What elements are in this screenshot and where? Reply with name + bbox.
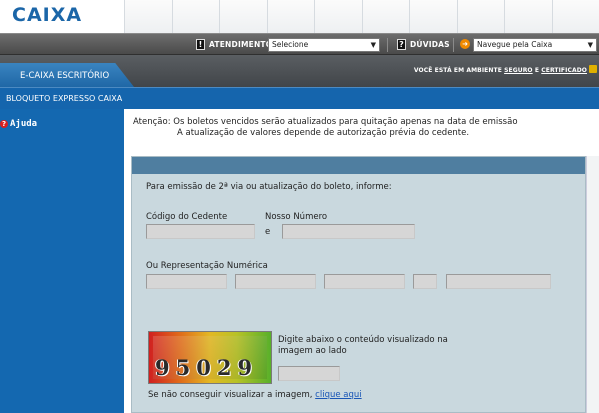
header-banner	[124, 0, 599, 33]
scrollbar[interactable]	[586, 156, 599, 413]
chevron-down-icon: ▼	[587, 41, 593, 49]
banner-tile	[456, 0, 504, 33]
banner-tile	[219, 0, 267, 33]
nosso-numero-input[interactable]	[282, 224, 415, 239]
sidebar-item-ajuda[interactable]: ? Ajuda	[0, 119, 37, 129]
section-bar: BLOQUETO EXPRESSO CAIXA	[0, 87, 599, 109]
banner-tile	[124, 0, 172, 33]
divider	[387, 38, 388, 52]
caixa-logo[interactable]: CAIXA	[12, 4, 82, 26]
duvidas-label[interactable]: DÚVIDAS	[410, 40, 450, 49]
cannot-view-message: Se não conseguir visualizar a imagem,	[148, 390, 313, 400]
codigo-cedente-label: Código do Cedente	[146, 212, 228, 222]
click-here-link[interactable]: clique aqui	[315, 390, 361, 400]
cannot-view-text: Se não conseguir visualizar a imagem, cl…	[148, 390, 362, 400]
banner-tile	[266, 0, 314, 33]
help-icon: ?	[0, 120, 8, 128]
tab-label: E-CAIXA ESCRITÓRIO	[20, 71, 110, 81]
top-header: CAIXA	[0, 0, 599, 33]
representacao-field-1[interactable]	[146, 274, 227, 289]
secure-prefix: VOCÊ ESTÁ EM AMBIENTE	[413, 67, 502, 74]
captcha-text: 95029	[155, 355, 259, 380]
logo-text: CAIXA	[12, 4, 83, 26]
captcha-image: 95029	[148, 331, 272, 384]
exclamation-icon: !	[196, 39, 205, 50]
arrow-right-icon: ➜	[460, 39, 470, 49]
representacao-field-4[interactable]	[413, 274, 437, 289]
representacao-field-3[interactable]	[324, 274, 405, 289]
codigo-cedente-input[interactable]	[146, 224, 255, 239]
divider	[453, 38, 454, 52]
top-toolbar: ! ATENDIMENTO Selecione ▼ ? DÚVIDAS ➜ Na…	[0, 33, 599, 55]
chevron-down-icon: ▼	[370, 41, 376, 49]
secure-conj: E	[534, 67, 540, 74]
navegue-selected-value: Navegue pela Caixa	[477, 40, 553, 49]
banner-tile	[314, 0, 362, 33]
notice-line-2: A atualização de valores depende de auto…	[177, 128, 470, 138]
secure-notice: VOCÊ ESTÁ EM AMBIENTE SEGURO E CERTIFICA…	[414, 67, 587, 74]
representacao-field-2[interactable]	[235, 274, 316, 289]
captcha-input[interactable]	[278, 366, 340, 381]
panel-header	[132, 157, 585, 174]
captcha-instruction-2: imagem ao lado	[278, 346, 347, 356]
lock-icon	[589, 65, 597, 73]
form-intro: Para emissão de 2ª via ou atualização do…	[146, 182, 392, 192]
atendimento-select[interactable]: Selecione ▼	[268, 38, 380, 52]
seguro-link[interactable]: SEGURO	[504, 67, 533, 74]
banner-tile	[361, 0, 409, 33]
banner-tile	[409, 0, 457, 33]
nosso-numero-label: Nosso Número	[265, 212, 328, 222]
certificado-link[interactable]: CERTIFICADO	[541, 67, 587, 74]
and-label: e	[265, 227, 271, 237]
main-content: Atenção: Os boletos vencidos serão atual…	[124, 109, 599, 413]
banner-tile	[504, 0, 552, 33]
boleto-form-panel: Para emissão de 2ª via ou atualização do…	[131, 156, 586, 413]
attention-notice: Atenção: Os boletos vencidos serão atual…	[133, 117, 518, 139]
representacao-field-5[interactable]	[446, 274, 551, 289]
captcha-instruction-1: Digite abaixo o conteúdo visualizado na	[278, 335, 448, 345]
section-title: BLOQUETO EXPRESSO CAIXA	[6, 94, 123, 103]
atendimento-label: ATENDIMENTO	[209, 40, 273, 49]
representacao-label: Ou Representação Numérica	[146, 261, 268, 271]
atendimento-selected-value: Selecione	[272, 40, 309, 49]
tab-ecaixa-escritorio[interactable]: E-CAIXA ESCRITÓRIO	[0, 63, 134, 87]
notice-line-1: Atenção: Os boletos vencidos serão atual…	[133, 117, 518, 127]
sidebar-item-label: Ajuda	[10, 119, 38, 129]
sidebar: ? Ajuda	[0, 109, 124, 413]
banner-tile	[551, 0, 599, 33]
banner-tile	[171, 0, 219, 33]
question-icon: ?	[397, 39, 406, 50]
navegue-select[interactable]: Navegue pela Caixa ▼	[473, 38, 597, 52]
